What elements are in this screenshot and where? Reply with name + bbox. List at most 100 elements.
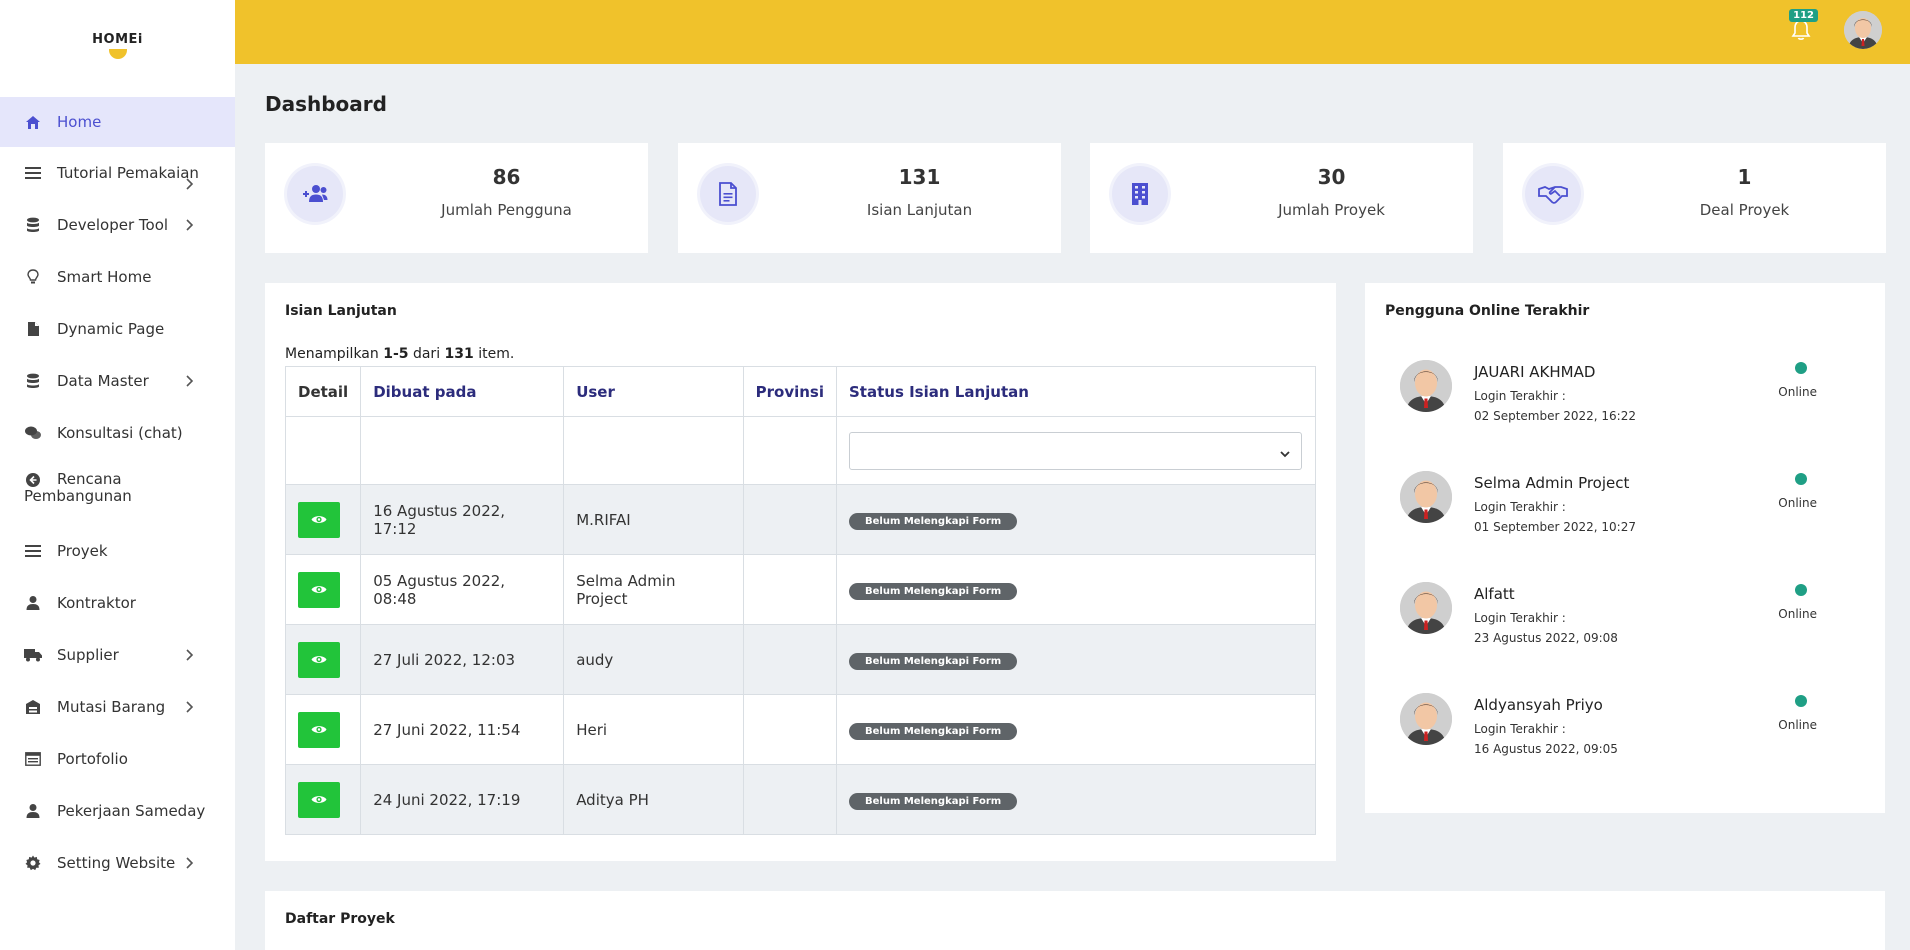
column-header-dibuat-pada[interactable]: Dibuat pada <box>360 366 565 417</box>
view-detail-button[interactable] <box>298 571 340 608</box>
app-logo[interactable]: HOMEi <box>0 0 235 90</box>
online-status-dot <box>1795 362 1807 374</box>
sidebar-item-konsultasi-chat[interactable]: Konsultasi (chat) <box>0 407 235 459</box>
sidebar-item-rencana-pembangunan[interactable]: Rencana Pembangunan <box>0 459 235 525</box>
panel-title: Daftar Proyek <box>285 911 395 927</box>
table-row: 24 Juni 2022, 17:19 Aditya PH Belum Mele… <box>284 764 1316 835</box>
summary-suffix: item. <box>473 346 515 362</box>
stat-card-jumlah-proyek: 30 Jumlah Proyek <box>1090 143 1473 253</box>
online-user-item[interactable]: Aldyansyah Priyo Login Terakhir : 16 Agu… <box>1400 693 1830 763</box>
sidebar-item-label: Kontraktor <box>57 593 136 612</box>
building-icon <box>1112 166 1168 222</box>
user-cell: M.RIFAI <box>563 484 744 555</box>
user-name: Selma Admin Project <box>1474 474 1630 492</box>
view-detail-button[interactable] <box>298 641 340 678</box>
lightbulb-icon <box>24 268 42 286</box>
sidebar-item-label: Dynamic Page <box>57 319 165 338</box>
sidebar-item-portofolio[interactable]: Portofolio <box>0 733 235 785</box>
online-user-item[interactable]: Selma Admin Project Login Terakhir : 01 … <box>1400 471 1830 541</box>
sidebar-item-kontraktor[interactable]: Kontraktor <box>0 577 235 629</box>
column-header-status[interactable]: Status Isian Lanjutan <box>836 366 1316 417</box>
stat-card-isian-lanjutan: 131 Isian Lanjutan <box>678 143 1061 253</box>
avatar <box>1400 693 1452 745</box>
filter-cell <box>563 416 744 485</box>
user-cell: audy <box>563 624 744 695</box>
sidebar-item-supplier[interactable]: Supplier <box>0 629 235 681</box>
panel-title: Pengguna Online Terakhir <box>1385 303 1590 319</box>
chevron-right-icon <box>185 178 195 191</box>
sidebar-item-data-master[interactable]: Data Master <box>0 355 235 407</box>
panel-title: Isian Lanjutan <box>285 303 397 319</box>
created-cell: 27 Juni 2022, 11:54 <box>360 694 565 765</box>
online-user-item[interactable]: JAUARI AKHMAD Login Terakhir : 02 Septem… <box>1400 360 1830 430</box>
stat-value: 86 <box>492 165 521 189</box>
online-status-label: Online <box>1778 718 1817 732</box>
sidebar-item-label: Developer Tool <box>57 215 169 234</box>
sidebar-item-developer-tool[interactable]: Developer Tool <box>0 199 235 251</box>
summary-range: 1-5 <box>383 346 409 362</box>
stat-label: Jumlah Pengguna <box>441 201 572 219</box>
column-header-provinsi[interactable]: Provinsi <box>742 366 838 417</box>
sidebar-item-smart-home[interactable]: Smart Home <box>0 251 235 303</box>
warehouse-icon <box>24 698 42 716</box>
status-badge: Belum Melengkapi Form <box>849 652 1018 670</box>
sidebar-item-label: Mutasi Barang <box>57 697 166 716</box>
column-header-user[interactable]: User <box>563 366 744 417</box>
table-row: 27 Juni 2022, 11:54 Heri Belum Melengkap… <box>284 694 1316 765</box>
provinsi-cell <box>742 484 838 555</box>
file-icon <box>24 320 42 338</box>
status-cell: Belum Melengkapi Form <box>836 624 1316 695</box>
sidebar-item-label: Smart Home <box>57 267 152 286</box>
sidebar-item-label: Pekerjaan Sameday <box>57 801 206 820</box>
sidebar-item-dynamic-page[interactable]: Dynamic Page <box>0 303 235 355</box>
status-filter-select[interactable] <box>849 431 1302 470</box>
sidebar-item-label: Data Master <box>57 371 149 390</box>
sidebar-item-mutasi-barang[interactable]: Mutasi Barang <box>0 681 235 733</box>
status-cell: Belum Melengkapi Form <box>836 764 1316 835</box>
created-cell: 16 Agustus 2022, 17:12 <box>360 484 565 555</box>
created-cell: 05 Agustus 2022, 08:48 <box>360 554 565 625</box>
last-login-date: 01 September 2022, 10:27 <box>1474 520 1636 534</box>
sidebar-item-label: Home <box>57 112 102 131</box>
sidebar-item-tutorial-pemakaian[interactable]: Tutorial Pemakaian <box>0 147 235 199</box>
sidebar-nav: Home Tutorial Pemakaian Developer Tool S… <box>0 97 235 889</box>
avatar <box>1400 471 1452 523</box>
user-name: JAUARI AKHMAD <box>1474 363 1596 381</box>
eye-icon <box>311 721 327 739</box>
list-icon <box>24 542 42 560</box>
window-icon <box>24 750 42 768</box>
table-summary: Menampilkan 1-5 dari 131 item. <box>285 346 514 362</box>
database-icon <box>24 372 42 390</box>
online-status-label: Online <box>1778 607 1817 621</box>
online-user-item[interactable]: Alfatt Login Terakhir : 23 Agustus 2022,… <box>1400 582 1830 652</box>
sidebar-item-proyek[interactable]: Proyek <box>0 525 235 577</box>
stat-label: Isian Lanjutan <box>866 201 973 219</box>
sidebar-item-setting-website[interactable]: Setting Website <box>0 837 235 889</box>
sidebar-item-pekerjaan-sameday[interactable]: Pekerjaan Sameday <box>0 785 235 837</box>
chat-icon <box>24 424 42 442</box>
gear-icon <box>24 854 42 872</box>
home-icon <box>24 113 42 131</box>
last-login-label: Login Terakhir : <box>1474 500 1566 514</box>
sidebar-item-label: Proyek <box>57 541 108 560</box>
sidebar-item-home[interactable]: Home <box>0 97 235 147</box>
stat-card-jumlah-pengguna: 86 Jumlah Pengguna <box>265 143 648 253</box>
view-detail-button[interactable] <box>298 711 340 748</box>
status-badge: Belum Melengkapi Form <box>849 512 1018 530</box>
topbar: 112 <box>235 0 1910 64</box>
provinsi-cell <box>742 764 838 835</box>
stat-value: 1 <box>1737 165 1752 189</box>
eye-icon <box>311 791 327 809</box>
sidebar-item-label: Konsultasi (chat) <box>57 423 183 442</box>
online-status-label: Online <box>1778 385 1817 399</box>
truck-icon <box>24 646 42 664</box>
summary-prefix: Menampilkan <box>285 346 384 362</box>
logo-mark <box>108 48 127 59</box>
created-cell: 27 Juli 2022, 12:03 <box>360 624 565 695</box>
view-detail-button[interactable] <box>298 781 340 818</box>
daftar-proyek-panel: Daftar Proyek <box>265 891 1885 950</box>
eye-icon <box>311 651 327 669</box>
user-avatar[interactable] <box>1844 11 1882 49</box>
status-cell: Belum Melengkapi Form <box>836 694 1316 765</box>
view-detail-button[interactable] <box>298 501 340 538</box>
